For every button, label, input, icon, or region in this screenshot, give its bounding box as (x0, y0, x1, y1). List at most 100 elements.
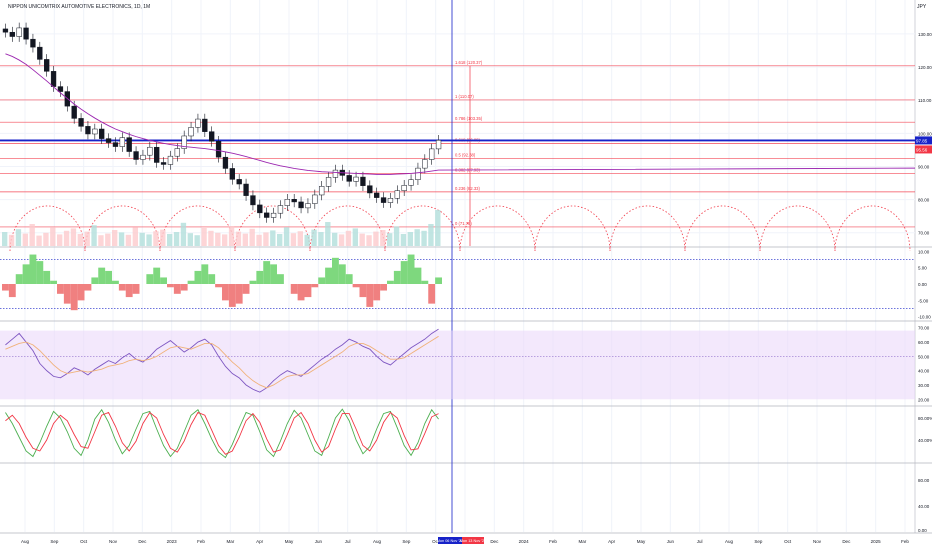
candle-body (126, 137, 132, 152)
candle-body (270, 212, 277, 218)
x-tick-label: Aug (21, 539, 30, 544)
volume-bar (359, 233, 365, 246)
oscillator-tick-label: 5.00 (918, 266, 927, 271)
volume-bar (393, 226, 400, 246)
oscillator-bar (173, 284, 181, 294)
candle-body (222, 156, 229, 169)
rsi-tick-label: 40.00 (918, 369, 930, 374)
candle-body (195, 118, 201, 128)
volume-bar (380, 230, 386, 246)
oscillator-bar (43, 270, 51, 284)
volume-bar (332, 232, 338, 246)
rsi-tick-label: 60.00 (918, 340, 930, 345)
x-tick-label: Nov (813, 539, 822, 544)
oscillator-bar (2, 284, 9, 291)
x-tick-label: Feb (901, 539, 909, 544)
volume-bar (277, 234, 283, 246)
candle-body (16, 27, 22, 37)
oscillator-bar (201, 264, 209, 284)
candle-body (374, 192, 380, 198)
fib-level-label: 1.618 (120.37) (455, 60, 483, 65)
oscillator-bar (180, 284, 188, 291)
volume-bar (400, 234, 407, 246)
price-tick-label: 90.00 (918, 164, 930, 169)
oscillator-bar (98, 267, 106, 284)
price-tick-label: 80.00 (918, 198, 930, 203)
candle-body (353, 176, 359, 182)
candle-body (78, 118, 84, 127)
oscillator-bar (428, 284, 436, 304)
chart-svg[interactable]: Aug Sep Oct Nov Dec 2023 Feb Mar Apr May Jun Jul Aug… (0, 0, 932, 550)
volume-bar (235, 231, 242, 246)
x-tick-label: Oct (80, 539, 88, 544)
fib-level-label: 0.5 (92.38) (455, 153, 476, 158)
candle-body (435, 140, 442, 150)
candle-body (408, 179, 414, 186)
oscillator-bar (15, 274, 23, 284)
price-tick-label: 130.00 (918, 32, 932, 37)
fib-level-label: 0.236 (82.33) (455, 186, 481, 191)
candle-body (71, 105, 77, 119)
volume-bar (208, 230, 214, 246)
volume-bar (407, 232, 413, 246)
oscillator-bar (373, 284, 381, 301)
oscillator-bar (393, 270, 401, 284)
oscillator-bar (118, 284, 126, 291)
volume-bar (215, 232, 221, 246)
oscillator-bar (249, 280, 257, 284)
candle-body (415, 167, 421, 180)
candle-body (387, 198, 394, 203)
oscillator-bar (36, 261, 44, 284)
volume-bar (304, 234, 310, 246)
volume-bar (256, 234, 262, 246)
rsi-tick-label: 30.00 (918, 383, 930, 388)
x-tick-label: 2024 (519, 539, 530, 544)
volume-bar (160, 229, 166, 246)
candle-body (105, 138, 112, 143)
oscillator-bar (125, 284, 133, 298)
oscillator-bar (70, 284, 78, 311)
volume-bar (318, 232, 324, 246)
volume-bar (311, 229, 317, 246)
oscillator-bar (132, 284, 140, 294)
volume-bar (290, 233, 297, 246)
volume-bar (366, 235, 372, 246)
lower-panel-tick-label: 80.00 (918, 478, 930, 483)
candle-body (167, 155, 174, 165)
candle-body (133, 151, 139, 160)
cycle-arc (684, 205, 761, 251)
cycle-arc (759, 205, 836, 251)
oscillator-bar (345, 274, 353, 284)
x-tick-label: Jun (315, 539, 323, 544)
candle-body (147, 146, 153, 156)
volume-bar (112, 230, 118, 246)
candle-body (401, 185, 407, 191)
x-tick-label: Jul (697, 539, 703, 544)
oscillator-bar (318, 277, 326, 284)
lower-panel-tick-label: 0.00 (918, 528, 927, 533)
candle-body (23, 27, 29, 40)
oscillator-bar (235, 284, 243, 304)
candle-body (319, 186, 325, 196)
volume-bar (173, 232, 180, 246)
volume-bar (2, 232, 8, 246)
oscillator-bar (63, 284, 71, 304)
oscillator-bar (91, 277, 99, 284)
oscillator-bar (22, 264, 30, 284)
oscillator-bar (208, 274, 216, 284)
x-tick-label: Sep (50, 539, 59, 544)
volume-bar (118, 232, 125, 246)
rsi-tick-label: 50.00 (918, 354, 930, 359)
x-tick-label: Apr (608, 539, 616, 544)
fib-level-label: 1 (110.07) (455, 94, 474, 99)
candle-body (305, 203, 311, 209)
oscillator-bar (105, 270, 112, 284)
volume-bar (228, 226, 235, 246)
volume-bar (201, 228, 207, 246)
currency-label: JPY (917, 4, 927, 10)
volume-bar (29, 224, 35, 246)
volume-bar (57, 234, 63, 246)
candle-body (160, 162, 167, 165)
candle-body (291, 199, 297, 203)
candle-body (360, 176, 366, 186)
